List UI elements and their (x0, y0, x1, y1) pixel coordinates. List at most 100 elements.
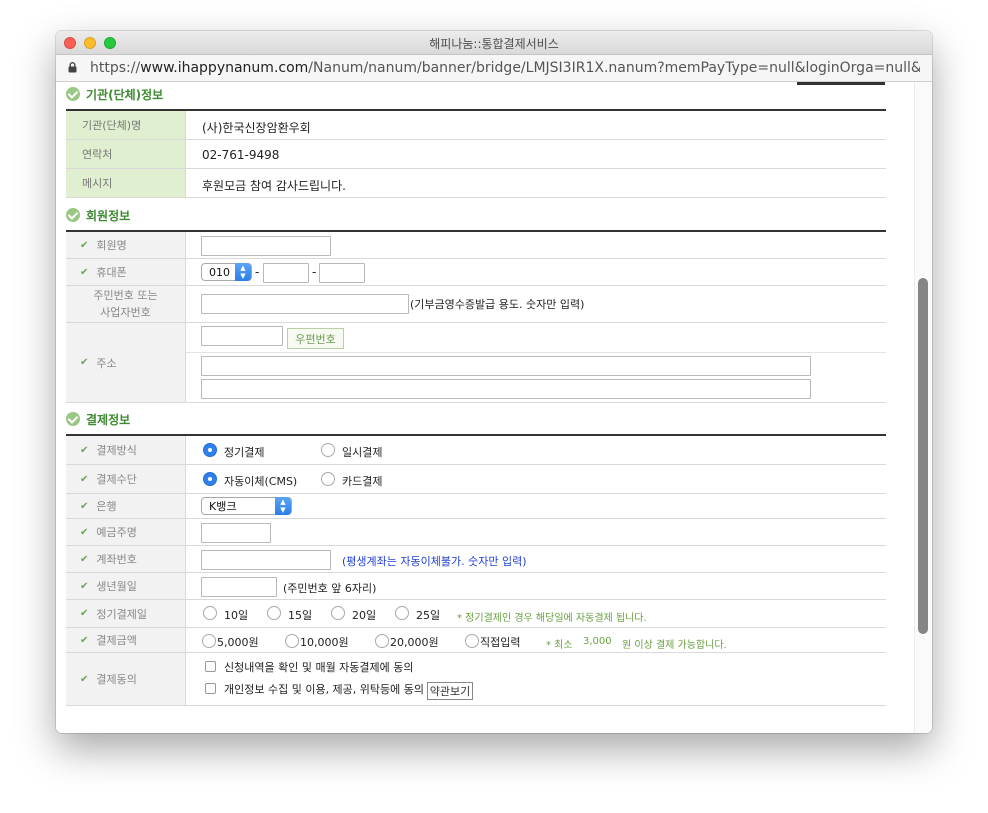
org-name-label: 기관(단체)명 (66, 111, 186, 139)
phone-middle-input[interactable] (263, 263, 309, 283)
amount-20000-label: 20,000원 (390, 636, 439, 649)
pay-day-10-label: 10일 (224, 609, 249, 622)
idnum-hint: (기부금영수증발급 용도. 숫자만 입력) (410, 298, 585, 311)
amount-10000-radio[interactable] (285, 634, 299, 648)
pay-type-once-label: 일시결제 (342, 446, 383, 459)
browser-window: 해피나눔::통합결제서비스 https://www.ihappynanum.co… (56, 31, 932, 733)
pay-day-25-label: 25일 (416, 609, 441, 622)
idnum-label-line1: 주민번호 또는 (93, 289, 158, 302)
account-hint: (평생계좌는 자동이체불가. 숫자만 입력) (342, 555, 527, 568)
address-divider (186, 352, 886, 353)
pay-method-row: 결제수단 자동이체(CMS) 카드결제 (66, 465, 886, 494)
org-contact-label: 연락처 (66, 140, 186, 168)
org-message-value: 후원모금 참여 감사드립니다. (202, 179, 346, 193)
pay-method-card-radio[interactable] (321, 472, 335, 486)
org-name-value: (사)한국신장암환우회 (202, 121, 311, 135)
birth-label: 생년월일 (66, 573, 186, 599)
amount-20000-radio[interactable] (375, 634, 389, 648)
phone-prefix-value: 010 (209, 265, 230, 279)
phone-dash-1: - (255, 265, 260, 279)
amount-note-prefix: * 최소 (546, 640, 573, 651)
phone-dash-2: - (312, 265, 317, 279)
agree-label: 결제동의 (66, 653, 186, 705)
idnum-label: 주민번호 또는 사업자번호 (66, 286, 186, 322)
account-label: 계좌번호 (66, 546, 186, 572)
bank-select[interactable]: K뱅크 ▲ ▼ (201, 497, 292, 515)
amount-5000-radio[interactable] (202, 634, 216, 648)
phone-row: 휴대폰 010 ▲▼ - - (66, 259, 886, 286)
amount-custom-radio[interactable] (465, 634, 479, 648)
address-bar[interactable]: https://www.ihappynanum.com/Nanum/nanum/… (56, 55, 932, 82)
agree-privacy-label: 개인정보 수집 및 이용, 제공, 위탁등에 동의 (224, 683, 425, 696)
amount-custom-label: 직접입력 (480, 636, 521, 649)
check-circle-icon (66, 87, 80, 101)
bank-selected-value: K뱅크 (209, 500, 237, 513)
url-path: /Nanum/nanum/banner/bridge/LMJSI3IR1X.na… (308, 60, 920, 76)
account-input[interactable] (201, 550, 331, 570)
pay-method-cms-label: 자동이체(CMS) (224, 475, 298, 488)
pay-day-20-radio[interactable] (331, 606, 345, 620)
pay-day-label: 정기결제일 (66, 600, 186, 627)
pay-type-regular-radio[interactable] (203, 443, 217, 457)
pay-day-20-label: 20일 (352, 609, 377, 622)
phone-last-input[interactable] (319, 263, 365, 283)
holder-label: 예금주명 (66, 519, 186, 545)
amount-min-value: 3,000 (583, 636, 612, 647)
org-contact-row: 연락처 02-761-9498 (66, 140, 886, 169)
agree-autopay-checkbox[interactable] (205, 661, 216, 672)
amount-note-suffix: 원 이상 결제 가능합니다. (622, 640, 727, 651)
birth-hint: (주민번호 앞 6자리) (283, 582, 377, 595)
amount-10000-label: 10,000원 (300, 636, 349, 649)
pay-type-regular-label: 정기결제 (224, 446, 265, 459)
pay-type-row: 결제방식 정기결제 일시결제 (66, 436, 886, 465)
holder-row: 예금주명 (66, 519, 886, 546)
org-contact-value: 02-761-9498 (202, 148, 280, 162)
pay-day-25-radio[interactable] (395, 606, 409, 620)
zipcode-button[interactable]: 우편번호 (287, 328, 344, 349)
select-arrows-icon: ▲ ▼ (235, 263, 251, 281)
member-name-row: 회원명 (66, 232, 886, 259)
pay-day-15-radio[interactable] (267, 606, 281, 620)
payment-section-title-text: 결제정보 (86, 412, 131, 427)
pay-type-label: 결제방식 (66, 436, 186, 464)
page-content: 기관(단체)정보 기관(단체)명 (사)한국신장암환우회 연락처 02-761-… (56, 82, 932, 733)
birth-input[interactable] (201, 577, 277, 597)
zipcode-input[interactable] (201, 326, 283, 346)
member-section-title: 회원정보 (66, 205, 130, 225)
address-label: 주소 (66, 323, 186, 402)
terms-view-button[interactable]: 약관보기 (427, 682, 473, 700)
idnum-input[interactable] (201, 294, 409, 314)
org-name-row: 기관(단체)명 (사)한국신장암환우회 (66, 111, 886, 140)
address-line1-input[interactable] (201, 356, 811, 376)
window-title: 해피나눔::통합결제서비스 (429, 37, 559, 51)
account-row: 계좌번호 (평생계좌는 자동이체불가. 숫자만 입력) (66, 546, 886, 573)
amount-label: 결제금액 (66, 628, 186, 652)
address-line2-input[interactable] (201, 379, 811, 399)
pay-day-note: * 정기결제인 경우 해당일에 자동결제 됩니다. (457, 613, 647, 624)
pay-method-card-label: 카드결제 (342, 475, 383, 488)
idnum-row: 주민번호 또는 사업자번호 (기부금영수증발급 용도. 숫자만 입력) (66, 286, 886, 323)
payment-section-title: 결제정보 (66, 409, 130, 429)
org-section-title: 기관(단체)정보 (66, 84, 163, 104)
org-message-row: 메시지 후원모금 참여 감사드립니다. (66, 169, 886, 198)
lock-icon (68, 62, 77, 73)
url-host: www.ihappynanum.com (140, 60, 309, 76)
scrollbar-thumb[interactable] (918, 278, 928, 634)
holder-input[interactable] (201, 523, 271, 543)
phone-label: 휴대폰 (66, 259, 186, 285)
bank-row: 은행 K뱅크 ▲▼ (66, 494, 886, 519)
member-name-input[interactable] (201, 236, 331, 256)
phone-prefix-select[interactable]: 010 ▲ ▼ (201, 263, 252, 281)
title-bar: 해피나눔::통합결제서비스 (56, 31, 932, 55)
agree-privacy-checkbox[interactable] (205, 683, 216, 694)
agree-autopay-label: 신청내역을 확인 및 매월 자동결제에 동의 (224, 661, 414, 674)
member-name-label: 회원명 (66, 232, 186, 258)
org-section-title-text: 기관(단체)정보 (86, 87, 164, 102)
url-text[interactable]: https://www.ihappynanum.com/Nanum/nanum/… (90, 60, 920, 76)
address-row: 주소 우편번호 (66, 323, 886, 403)
pay-type-once-radio[interactable] (321, 443, 335, 457)
pay-day-10-radio[interactable] (203, 606, 217, 620)
url-scheme: https:// (90, 60, 141, 76)
amount-row: 결제금액 5,000원 10,000원 20,000원 직접입력 * 최소 3,… (66, 628, 886, 653)
pay-method-cms-radio[interactable] (203, 472, 217, 486)
